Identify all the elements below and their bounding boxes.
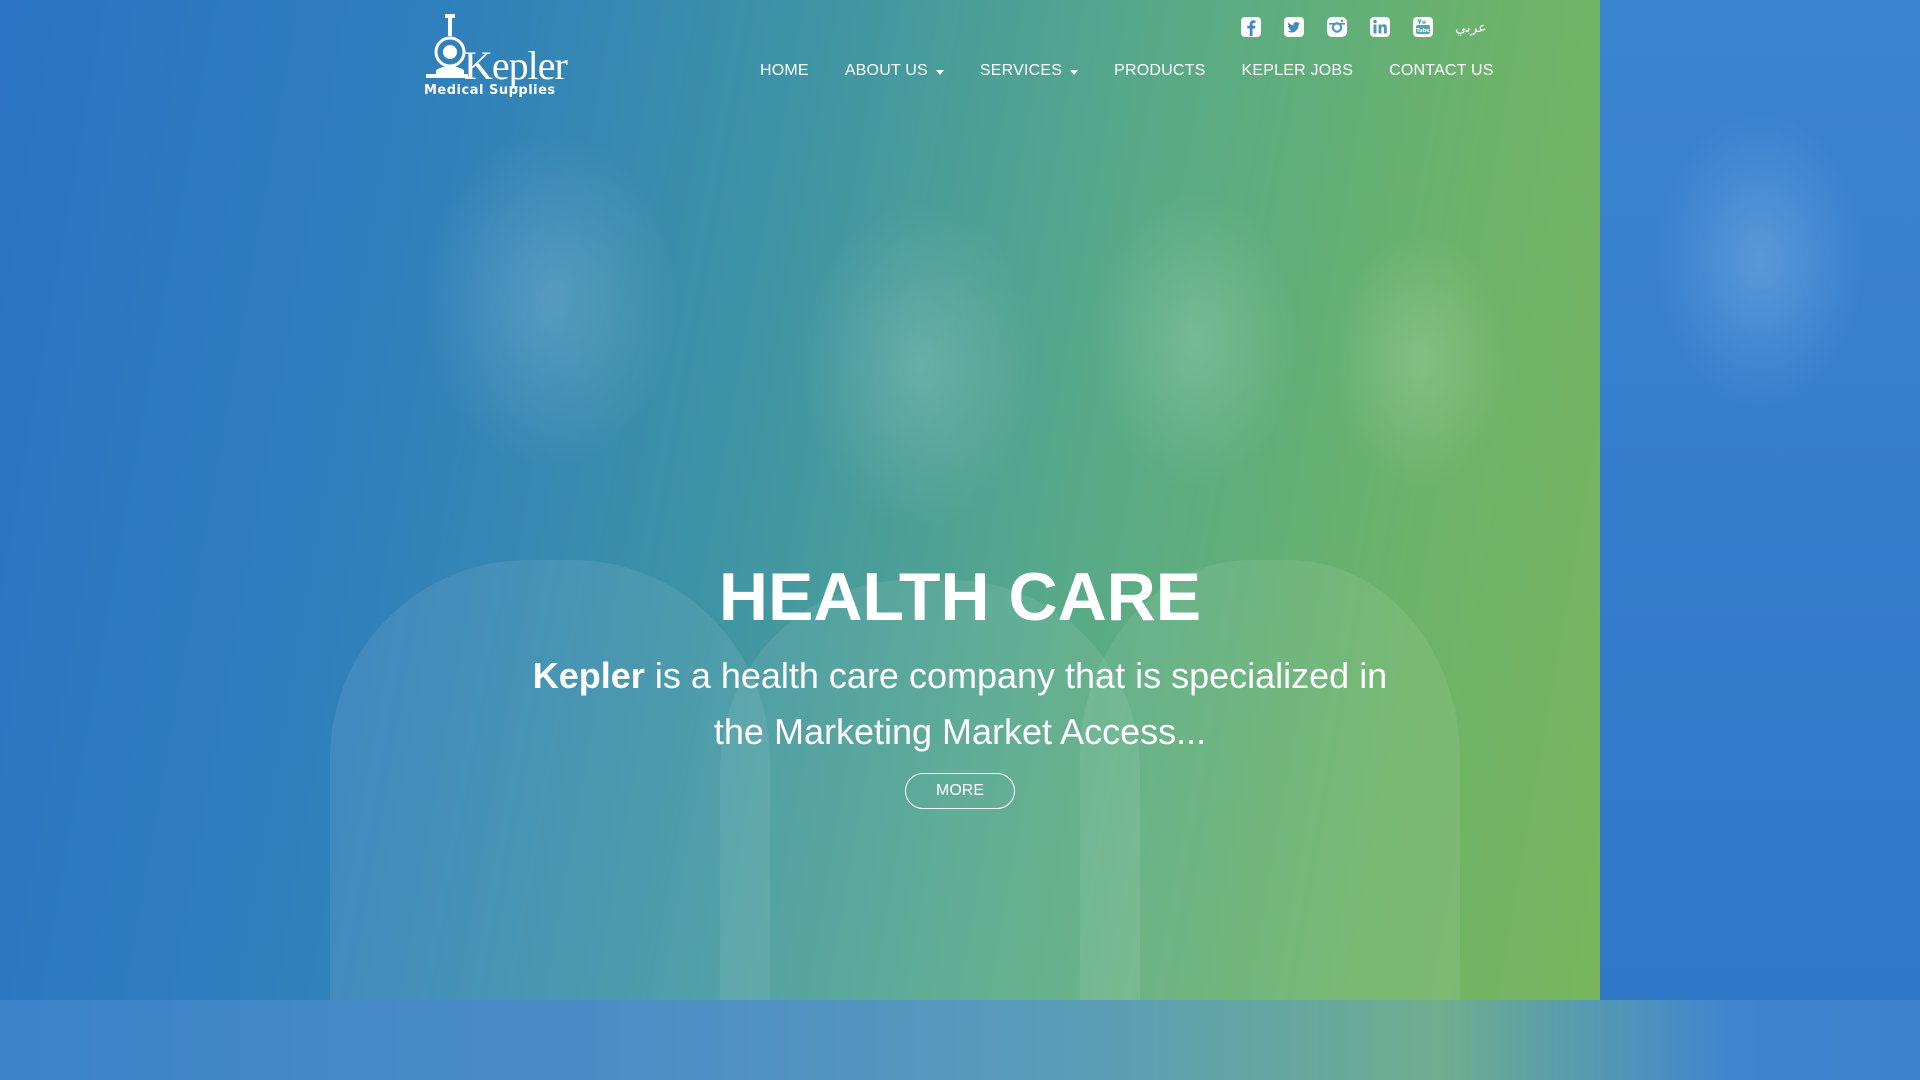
instagram-icon[interactable] [1326,16,1348,38]
more-button[interactable]: MORE [905,773,1015,809]
twitter-icon[interactable] [1283,16,1305,38]
hero-headline: HEALTH CARE [718,559,1202,635]
hero-tagline-brand: Kepler [532,655,645,696]
main-nav: HOME ABOUT US SERVICES PRODUCTS KEPLER J… [760,62,1494,80]
facebook-icon[interactable] [1240,16,1262,38]
nav-item-label: CONTACT US [1389,62,1494,79]
nav-item-products[interactable]: PRODUCTS [1114,62,1205,80]
nav-item-services[interactable]: SERVICES [979,62,1079,80]
hero-image-face [420,130,680,470]
background-strip [0,1000,1920,1080]
nav-item-label: PRODUCTS [1114,62,1206,79]
hero-tagline: Kepler is a health care company that is … [510,648,1410,760]
nav-item-kepler-jobs[interactable]: KEPLER JOBS [1242,62,1354,80]
social-links: Tube عربي [1240,16,1487,38]
hero-image-face [1090,190,1300,490]
hero-image-face [800,200,1040,530]
linkedin-icon[interactable] [1369,16,1391,38]
brand-subtitle: Medical Supplies [424,83,556,98]
hero-slide [0,0,1600,1000]
brand-wordmark: Kepler [464,43,568,88]
language-switch-link[interactable]: عربي [1455,20,1487,36]
svg-text:Tube: Tube [1416,28,1430,34]
caret-down-icon [1070,69,1079,75]
nav-item-label: SERVICES [979,62,1063,79]
background-side-panel [1600,0,1920,1000]
nav-item-contact-us[interactable]: CONTACT US [1389,62,1494,80]
brand-logo[interactable]: Kepler Medical Supplies [418,12,573,100]
hero-tagline-text: is a health care company that is special… [644,655,1388,752]
nav-item-label: HOME [760,62,809,79]
nav-item-label: ABOUT US [844,62,928,79]
youtube-icon[interactable]: Tube [1412,16,1434,38]
nav-item-about-us[interactable]: ABOUT US [845,62,944,80]
nav-item-home[interactable]: HOME [760,62,809,80]
hero-image-face [1330,230,1510,490]
nav-item-label: KEPLER JOBS [1241,62,1354,79]
caret-down-icon [935,69,944,75]
